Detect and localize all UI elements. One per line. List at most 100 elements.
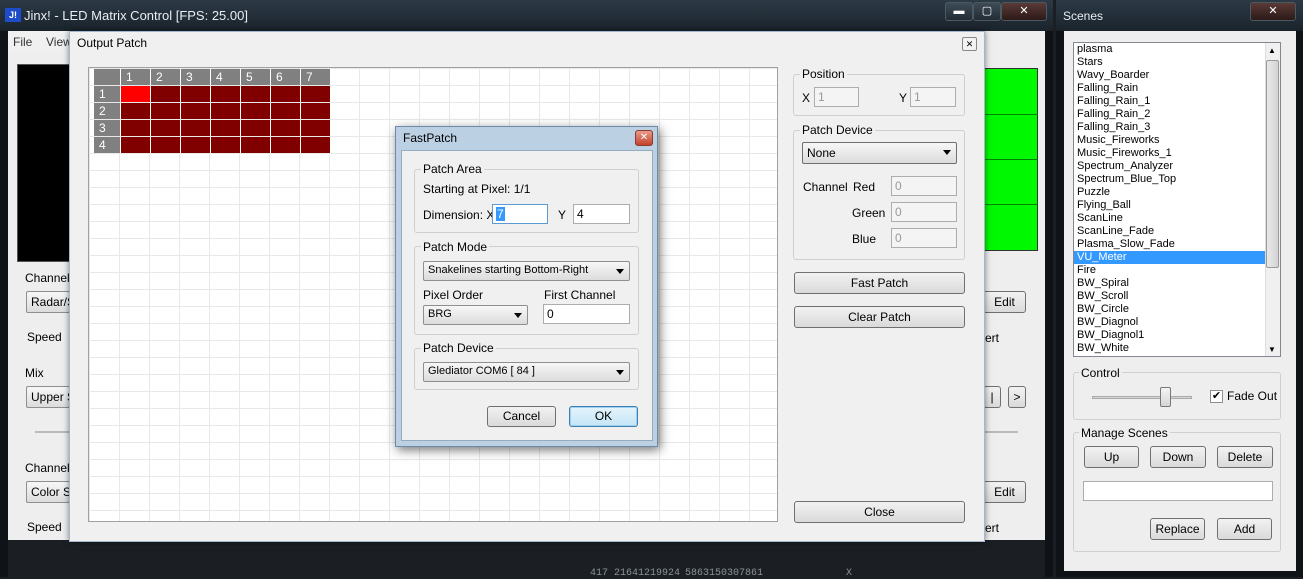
blue-channel-field[interactable]: 0 bbox=[891, 228, 957, 248]
scene-list-item[interactable]: Falling_Rain_1 bbox=[1074, 95, 1280, 108]
first-channel-input[interactable]: 0 bbox=[543, 304, 630, 324]
scene-up-button[interactable]: Up bbox=[1084, 446, 1139, 468]
scene-list-item[interactable]: Plasma_Slow_Fade bbox=[1074, 238, 1280, 251]
menu-view[interactable]: View bbox=[46, 35, 72, 49]
output-patch-close-icon[interactable]: ✕ bbox=[962, 37, 977, 51]
scene-list-item[interactable]: Stars bbox=[1074, 56, 1280, 69]
mix-slider-track-right[interactable] bbox=[983, 431, 1018, 433]
dimension-y-input[interactable]: 4 bbox=[573, 204, 630, 224]
scene-speed-slider-track[interactable] bbox=[1092, 396, 1192, 399]
scene-list-item[interactable]: BW_Scroll bbox=[1074, 290, 1280, 303]
grid-cell[interactable] bbox=[301, 137, 330, 153]
scene-list-item[interactable]: BW_Diagnol1 bbox=[1074, 329, 1280, 342]
mix-nav-left-button[interactable]: | bbox=[983, 386, 1001, 408]
channel1-effect-combo[interactable]: Radar/S bbox=[26, 291, 70, 313]
scene-list-item[interactable]: Falling_Rain_3 bbox=[1074, 121, 1280, 134]
grid-cell[interactable] bbox=[121, 137, 150, 153]
grid-cell[interactable] bbox=[241, 103, 270, 119]
grid-cell[interactable] bbox=[181, 120, 210, 136]
grid-cell[interactable] bbox=[271, 103, 300, 119]
maximize-button[interactable]: ▢ bbox=[973, 2, 1001, 21]
scene-list-item[interactable]: BW_Diagnol bbox=[1074, 316, 1280, 329]
grid-cell[interactable] bbox=[181, 103, 210, 119]
scene-down-button[interactable]: Down bbox=[1150, 446, 1206, 468]
patch-device-combo[interactable]: None bbox=[802, 142, 957, 164]
fade-out-checkbox[interactable]: ✔ bbox=[1210, 390, 1223, 403]
grid-cell[interactable] bbox=[181, 137, 210, 153]
scene-list-item[interactable]: BW_White bbox=[1074, 342, 1280, 355]
channel2-edit-button[interactable]: Edit bbox=[983, 481, 1026, 503]
grid-cell[interactable] bbox=[241, 137, 270, 153]
scene-list-item[interactable]: BW_Circle bbox=[1074, 303, 1280, 316]
scene-list-item[interactable]: Falling_Rain bbox=[1074, 82, 1280, 95]
mix-slider-track[interactable] bbox=[35, 431, 70, 433]
scene-add-button[interactable]: Add bbox=[1217, 518, 1272, 540]
green-channel-field[interactable]: 0 bbox=[891, 202, 957, 222]
grid-cell[interactable] bbox=[211, 120, 240, 136]
scene-list-item[interactable]: Puzzle bbox=[1074, 186, 1280, 199]
grid-cell[interactable] bbox=[241, 86, 270, 102]
dimension-x-input[interactable]: 7 bbox=[492, 204, 548, 224]
grid-cell[interactable] bbox=[301, 103, 330, 119]
scene-list[interactable]: plasma Stars Wavy_Boarder Falling_Rain Falli… bbox=[1073, 42, 1281, 357]
grid-cell[interactable] bbox=[271, 137, 300, 153]
minimize-button[interactable]: ▬ bbox=[945, 2, 973, 21]
fastpatch-cancel-button[interactable]: Cancel bbox=[487, 406, 556, 427]
fastpatch-device-combo[interactable]: Glediator COM6 [ 84 ] bbox=[423, 362, 630, 382]
grid-cell[interactable] bbox=[121, 103, 150, 119]
menu-file[interactable]: File bbox=[13, 35, 32, 49]
scroll-up-arrow-icon[interactable]: ▲ bbox=[1268, 46, 1276, 55]
clear-patch-button[interactable]: Clear Patch bbox=[794, 306, 965, 328]
scene-list-item[interactable]: Falling_Rain_2 bbox=[1074, 108, 1280, 121]
mix-mode-combo[interactable]: Upper S bbox=[26, 386, 70, 408]
grid-cell[interactable] bbox=[151, 86, 180, 102]
scroll-down-arrow-icon[interactable]: ▼ bbox=[1268, 345, 1276, 354]
scene-list-item[interactable]: ScanLine_Fade bbox=[1074, 225, 1280, 238]
grid-cell[interactable] bbox=[151, 103, 180, 119]
scene-list-item[interactable]: Music_Fireworks_1 bbox=[1074, 147, 1280, 160]
grid-cell[interactable] bbox=[151, 120, 180, 136]
grid-cell-selected[interactable] bbox=[121, 86, 150, 102]
scene-list-item[interactable]: plasma bbox=[1074, 43, 1280, 56]
scene-list-item[interactable]: Flying_Ball bbox=[1074, 199, 1280, 212]
scene-replace-button[interactable]: Replace bbox=[1150, 518, 1205, 540]
grid-cell[interactable] bbox=[211, 86, 240, 102]
grid-cell[interactable] bbox=[181, 86, 210, 102]
grid-cell[interactable] bbox=[301, 120, 330, 136]
scenes-close-button[interactable]: ✕ bbox=[1250, 2, 1296, 21]
scene-delete-button[interactable]: Delete bbox=[1217, 446, 1273, 468]
scene-list-item[interactable]: ScanLine bbox=[1074, 212, 1280, 225]
scene-name-input[interactable] bbox=[1083, 481, 1273, 501]
patch-mode-combo[interactable]: Snakelines starting Bottom-Right bbox=[423, 261, 630, 281]
channel1-edit-button[interactable]: Edit bbox=[983, 291, 1026, 313]
mix-nav-right-button[interactable]: > bbox=[1008, 386, 1026, 408]
scene-list-item[interactable]: Wavy_Boarder bbox=[1074, 69, 1280, 82]
channel2-effect-combo[interactable]: Color Sc bbox=[26, 481, 70, 503]
grid-cell[interactable] bbox=[151, 137, 180, 153]
pixel-order-combo[interactable]: BRG bbox=[423, 305, 528, 325]
grid-cell[interactable] bbox=[121, 120, 150, 136]
fastpatch-ok-button[interactable]: OK bbox=[569, 406, 638, 427]
fastpatch-close-icon[interactable]: ✕ bbox=[635, 130, 653, 146]
grid-column-header: 6 bbox=[271, 69, 300, 85]
grid-cell[interactable] bbox=[301, 86, 330, 102]
grid-cell[interactable] bbox=[241, 120, 270, 136]
close-button[interactable]: ✕ bbox=[1001, 2, 1047, 21]
scene-list-item[interactable]: Spectrum_Blue_Top bbox=[1074, 173, 1280, 186]
scene-list-item[interactable]: VU_Meter bbox=[1074, 251, 1280, 264]
grid-cell[interactable] bbox=[271, 86, 300, 102]
grid-cell[interactable] bbox=[211, 137, 240, 153]
position-y-field[interactable]: 1 bbox=[910, 87, 956, 107]
scene-list-item[interactable]: Fire bbox=[1074, 264, 1280, 277]
scene-list-item[interactable]: Spectrum_Analyzer bbox=[1074, 160, 1280, 173]
scene-list-scroll-thumb[interactable] bbox=[1266, 60, 1279, 268]
scene-list-item[interactable]: Music_Fireworks bbox=[1074, 134, 1280, 147]
output-patch-close-button[interactable]: Close bbox=[794, 501, 965, 523]
red-channel-field[interactable]: 0 bbox=[891, 176, 957, 196]
scene-list-item[interactable]: BW_Spiral bbox=[1074, 277, 1280, 290]
position-x-field[interactable]: 1 bbox=[814, 87, 859, 107]
grid-cell[interactable] bbox=[271, 120, 300, 136]
fast-patch-button[interactable]: Fast Patch bbox=[794, 272, 965, 294]
grid-cell[interactable] bbox=[211, 103, 240, 119]
scene-speed-slider-thumb[interactable] bbox=[1160, 387, 1171, 407]
